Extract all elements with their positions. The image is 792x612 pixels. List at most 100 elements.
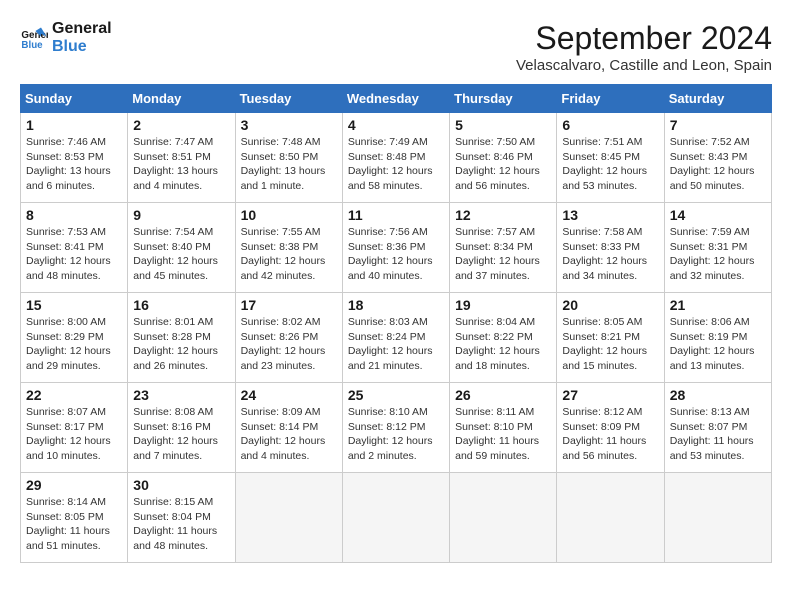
- calendar-day: 25Sunrise: 8:10 AMSunset: 8:12 PMDayligh…: [342, 383, 449, 473]
- calendar-day: 10 Sunrise: 7:55 AMSunset: 8:38 PMDayligh…: [235, 203, 342, 293]
- weekday-header-tuesday: Tuesday: [235, 85, 342, 113]
- day-number: 8: [26, 207, 122, 223]
- day-number: 1: [26, 117, 122, 133]
- day-number: 26: [455, 387, 551, 403]
- day-info: Sunrise: 8:02 AMSunset: 8:26 PMDaylight:…: [241, 315, 337, 374]
- day-info: Sunrise: 7:54 AMSunset: 8:40 PMDaylight:…: [133, 225, 229, 284]
- day-info: Sunrise: 8:07 AMSunset: 8:17 PMDaylight:…: [26, 405, 122, 464]
- day-info: Sunrise: 8:01 AMSunset: 8:28 PMDaylight:…: [133, 315, 229, 374]
- calendar-day: [557, 473, 664, 563]
- calendar-day: 9 Sunrise: 7:54 AMSunset: 8:40 PMDaylight…: [128, 203, 235, 293]
- day-info: Sunrise: 8:10 AMSunset: 8:12 PMDaylight:…: [348, 405, 444, 464]
- day-info: Sunrise: 8:08 AMSunset: 8:16 PMDaylight:…: [133, 405, 229, 464]
- calendar-day: 6 Sunrise: 7:51 AMSunset: 8:45 PMDaylight…: [557, 113, 664, 203]
- day-number: 13: [562, 207, 658, 223]
- calendar-day: 22 Sunrise: 8:07 AMSunset: 8:17 PMDayligh…: [21, 383, 128, 473]
- calendar-day: 21Sunrise: 8:06 AMSunset: 8:19 PMDayligh…: [664, 293, 771, 383]
- calendar-day: 7 Sunrise: 7:52 AMSunset: 8:43 PMDaylight…: [664, 113, 771, 203]
- day-info: Sunrise: 7:57 AMSunset: 8:34 PMDaylight:…: [455, 225, 551, 284]
- calendar-day: 26 Sunrise: 8:11 AMSunset: 8:10 PMDayligh…: [450, 383, 557, 473]
- weekday-header-saturday: Saturday: [664, 85, 771, 113]
- day-info: Sunrise: 7:58 AMSunset: 8:33 PMDaylight:…: [562, 225, 658, 284]
- calendar-day: [235, 473, 342, 563]
- day-info: Sunrise: 8:05 AMSunset: 8:21 PMDaylight:…: [562, 315, 658, 374]
- calendar-day: 18 Sunrise: 8:03 AMSunset: 8:24 PMDayligh…: [342, 293, 449, 383]
- day-info: Sunrise: 7:50 AMSunset: 8:46 PMDaylight:…: [455, 135, 551, 194]
- calendar-day: 30 Sunrise: 8:15 AMSunset: 8:04 PMDayligh…: [128, 473, 235, 563]
- weekday-header-monday: Monday: [128, 85, 235, 113]
- day-number: 18: [348, 297, 444, 313]
- day-info: Sunrise: 8:15 AMSunset: 8:04 PMDaylight:…: [133, 495, 229, 554]
- day-info: Sunrise: 8:11 AMSunset: 8:10 PMDaylight:…: [455, 405, 551, 464]
- day-info: Sunrise: 7:51 AMSunset: 8:45 PMDaylight:…: [562, 135, 658, 194]
- header: General Blue General Blue September 2024…: [20, 20, 772, 74]
- day-number: 16: [133, 297, 229, 313]
- day-info: Sunrise: 7:49 AMSunset: 8:48 PMDaylight:…: [348, 135, 444, 194]
- calendar-day: 8 Sunrise: 7:53 AMSunset: 8:41 PMDaylight…: [21, 203, 128, 293]
- day-number: 4: [348, 117, 444, 133]
- calendar-day: 3 Sunrise: 7:48 AMSunset: 8:50 PMDaylight…: [235, 113, 342, 203]
- logo-blue: Blue: [52, 38, 112, 56]
- day-info: Sunrise: 7:52 AMSunset: 8:43 PMDaylight:…: [670, 135, 766, 194]
- calendar-day: 14 Sunrise: 7:59 AMSunset: 8:31 PMDayligh…: [664, 203, 771, 293]
- day-info: Sunrise: 8:06 AMSunset: 8:19 PMDaylight:…: [670, 315, 766, 374]
- calendar-day: 13 Sunrise: 7:58 AMSunset: 8:33 PMDayligh…: [557, 203, 664, 293]
- location-subtitle: Velascalvaro, Castille and Leon, Spain: [516, 57, 772, 74]
- calendar-day: 20 Sunrise: 8:05 AMSunset: 8:21 PMDayligh…: [557, 293, 664, 383]
- day-number: 10: [241, 207, 337, 223]
- day-number: 17: [241, 297, 337, 313]
- month-title: September 2024: [516, 20, 772, 57]
- calendar-day: 27 Sunrise: 8:12 AMSunset: 8:09 PMDayligh…: [557, 383, 664, 473]
- day-info: Sunrise: 7:48 AMSunset: 8:50 PMDaylight:…: [241, 135, 337, 194]
- day-number: 14: [670, 207, 766, 223]
- day-number: 30: [133, 477, 229, 493]
- day-number: 6: [562, 117, 658, 133]
- day-number: 11: [348, 207, 444, 223]
- logo-icon: General Blue: [20, 24, 48, 52]
- day-info: Sunrise: 7:47 AMSunset: 8:51 PMDaylight:…: [133, 135, 229, 194]
- weekday-header-row: SundayMondayTuesdayWednesdayThursdayFrid…: [21, 85, 772, 113]
- calendar-day: 15Sunrise: 8:00 AMSunset: 8:29 PMDayligh…: [21, 293, 128, 383]
- calendar-day: 1 Sunrise: 7:46 AMSunset: 8:53 PMDaylight…: [21, 113, 128, 203]
- calendar-day: [450, 473, 557, 563]
- day-info: Sunrise: 8:03 AMSunset: 8:24 PMDaylight:…: [348, 315, 444, 374]
- calendar-day: 29 Sunrise: 8:14 AMSunset: 8:05 PMDayligh…: [21, 473, 128, 563]
- day-number: 28: [670, 387, 766, 403]
- calendar-week-row: 29 Sunrise: 8:14 AMSunset: 8:05 PMDayligh…: [21, 473, 772, 563]
- day-number: 22: [26, 387, 122, 403]
- calendar-day: 23Sunrise: 8:08 AMSunset: 8:16 PMDayligh…: [128, 383, 235, 473]
- day-info: Sunrise: 8:00 AMSunset: 8:29 PMDaylight:…: [26, 315, 122, 374]
- day-info: Sunrise: 8:12 AMSunset: 8:09 PMDaylight:…: [562, 405, 658, 464]
- calendar-day: 2Sunrise: 7:47 AMSunset: 8:51 PMDaylight…: [128, 113, 235, 203]
- day-info: Sunrise: 7:56 AMSunset: 8:36 PMDaylight:…: [348, 225, 444, 284]
- calendar-day: 16 Sunrise: 8:01 AMSunset: 8:28 PMDayligh…: [128, 293, 235, 383]
- day-info: Sunrise: 7:55 AMSunset: 8:38 PMDaylight:…: [241, 225, 337, 284]
- day-info: Sunrise: 8:14 AMSunset: 8:05 PMDaylight:…: [26, 495, 122, 554]
- calendar-day: 28 Sunrise: 8:13 AMSunset: 8:07 PMDayligh…: [664, 383, 771, 473]
- calendar-week-row: 15Sunrise: 8:00 AMSunset: 8:29 PMDayligh…: [21, 293, 772, 383]
- calendar: SundayMondayTuesdayWednesdayThursdayFrid…: [20, 84, 772, 563]
- calendar-day: 24Sunrise: 8:09 AMSunset: 8:14 PMDayligh…: [235, 383, 342, 473]
- day-number: 27: [562, 387, 658, 403]
- day-info: Sunrise: 8:04 AMSunset: 8:22 PMDaylight:…: [455, 315, 551, 374]
- day-number: 19: [455, 297, 551, 313]
- weekday-header-wednesday: Wednesday: [342, 85, 449, 113]
- calendar-day: 19 Sunrise: 8:04 AMSunset: 8:22 PMDayligh…: [450, 293, 557, 383]
- day-number: 12: [455, 207, 551, 223]
- calendar-day: 11 Sunrise: 7:56 AMSunset: 8:36 PMDayligh…: [342, 203, 449, 293]
- day-info: Sunrise: 7:59 AMSunset: 8:31 PMDaylight:…: [670, 225, 766, 284]
- day-info: Sunrise: 7:46 AMSunset: 8:53 PMDaylight:…: [26, 135, 122, 194]
- calendar-day: 17 Sunrise: 8:02 AMSunset: 8:26 PMDayligh…: [235, 293, 342, 383]
- day-info: Sunrise: 8:13 AMSunset: 8:07 PMDaylight:…: [670, 405, 766, 464]
- logo: General Blue General Blue: [20, 20, 112, 55]
- calendar-week-row: 22 Sunrise: 8:07 AMSunset: 8:17 PMDayligh…: [21, 383, 772, 473]
- calendar-day: [664, 473, 771, 563]
- day-number: 7: [670, 117, 766, 133]
- day-info: Sunrise: 7:53 AMSunset: 8:41 PMDaylight:…: [26, 225, 122, 284]
- day-number: 29: [26, 477, 122, 493]
- day-number: 9: [133, 207, 229, 223]
- calendar-week-row: 1 Sunrise: 7:46 AMSunset: 8:53 PMDaylight…: [21, 113, 772, 203]
- day-number: 3: [241, 117, 337, 133]
- calendar-day: 4 Sunrise: 7:49 AMSunset: 8:48 PMDaylight…: [342, 113, 449, 203]
- day-number: 20: [562, 297, 658, 313]
